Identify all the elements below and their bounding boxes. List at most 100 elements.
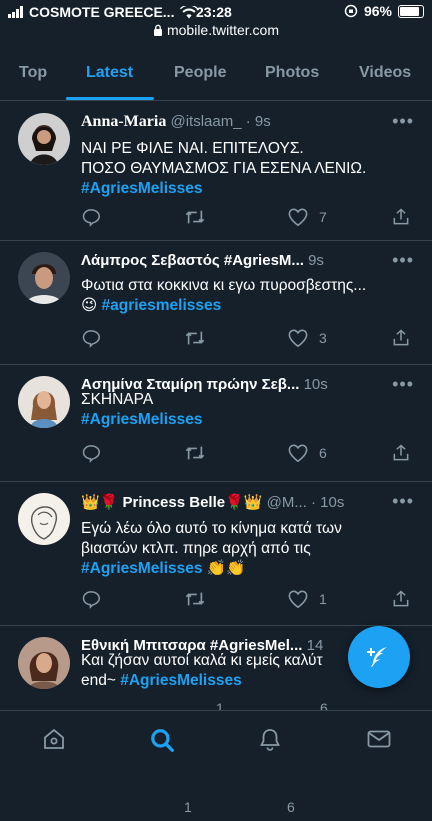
tweet[interactable]: Ασημίνα Σταμίρη πρώην Σεβ... 10s ••• ΣΚΗ… — [0, 364, 432, 482]
display-name[interactable]: Princess Belle — [123, 494, 226, 511]
heart-icon — [288, 329, 308, 348]
reply-button[interactable] — [81, 328, 101, 348]
like-button[interactable]: 6 — [287, 799, 295, 815]
tweet[interactable]: Anna-Maria @itslaam_ · 9s ••• ΝΑΙ ΡΕ ΦΙΛ… — [0, 101, 432, 241]
reply-icon — [82, 330, 101, 348]
tweet[interactable]: Λάμπρος Σεβαστός #AgriesM... 9s ••• Φωτι… — [0, 240, 432, 365]
notifications-icon[interactable] — [258, 727, 282, 756]
tab-people[interactable]: People — [174, 64, 226, 82]
like-count: 1 — [319, 591, 327, 607]
avatar[interactable] — [18, 252, 70, 304]
battery-icon — [398, 4, 424, 18]
retweet-icon — [185, 446, 205, 460]
hashtag-link[interactable]: #agriesmelisses — [101, 297, 221, 314]
tab-latest[interactable]: Latest — [86, 64, 133, 82]
tweet-line: Φωτια στα κοκκινα κι εγω πυροσβεστης... — [81, 277, 367, 294]
display-name[interactable]: Λάμπρος Σεβαστός #AgriesM... — [81, 252, 304, 269]
retweet-button[interactable]: 1 — [184, 799, 192, 815]
handle-time: @M... · 10s — [266, 494, 345, 511]
like-count: 7 — [319, 209, 327, 225]
tweet-text: Φωτια στα κοκκινα κι εγω πυροσβεστης... … — [81, 276, 411, 316]
avatar[interactable] — [18, 113, 70, 165]
status-left: COSMOTE GREECE... — [8, 4, 199, 20]
hashtag-link[interactable]: #AgriesMelisses — [81, 410, 411, 430]
display-name[interactable]: Anna-Maria — [81, 113, 166, 130]
active-tab-indicator — [66, 97, 154, 100]
heart-icon — [288, 208, 308, 227]
url-bar[interactable]: mobile.twitter.com — [0, 22, 432, 40]
compose-tweet-button[interactable] — [348, 626, 410, 688]
share-button[interactable] — [391, 207, 411, 227]
tweet-header: 👑🌹 Princess Belle🌹👑 @M... · 10s — [81, 493, 401, 511]
clap-emoji: 👏👏 — [206, 560, 246, 577]
tweet-line-prefix: end~ — [81, 672, 116, 689]
share-button[interactable] — [391, 328, 411, 348]
retweet-button[interactable] — [184, 589, 206, 609]
like-button[interactable]: 3 — [287, 328, 327, 348]
share-icon — [393, 329, 409, 346]
signal-icon — [8, 6, 23, 18]
more-icon[interactable]: ••• — [392, 491, 414, 512]
tab-top[interactable]: Top — [19, 64, 47, 82]
tweet-text: ΣΚΗΝΑΡΑ #AgriesMelisses — [81, 390, 411, 430]
url-text: mobile.twitter.com — [166, 22, 280, 38]
hashtag-link[interactable]: #AgriesMelisses — [120, 672, 242, 689]
bottom-nav — [0, 710, 432, 769]
handle-time: @itslaam_ · 9s — [170, 113, 271, 130]
retweet-icon — [185, 592, 205, 606]
tweet-actions: 1 — [81, 589, 421, 611]
like-count: 6 — [287, 799, 295, 815]
share-button[interactable] — [391, 443, 411, 463]
reply-icon — [82, 591, 101, 609]
retweet-button[interactable] — [184, 207, 206, 227]
reply-button[interactable] — [81, 207, 101, 227]
search-tabs: Top Latest People Photos Videos — [0, 44, 432, 101]
retweet-button[interactable] — [184, 443, 206, 463]
tab-photos[interactable]: Photos — [265, 64, 319, 82]
wink-emoji: 😉 — [81, 297, 98, 314]
avatar[interactable] — [18, 493, 70, 545]
status-bar: COSMOTE GREECE... 23:28 96% — [0, 0, 432, 24]
tweet[interactable]: 👑🌹 Princess Belle🌹👑 @M... · 10s ••• Εγώ … — [0, 481, 432, 626]
tweet-actions: 6 — [81, 443, 421, 465]
retweet-icon — [185, 210, 205, 224]
tweet-actions: 1 6 — [81, 799, 421, 821]
tweet-time: 9s — [308, 252, 324, 269]
reply-button[interactable] — [81, 589, 101, 609]
battery-percent: 96% — [363, 3, 392, 19]
retweet-count: 1 — [184, 799, 192, 815]
share-icon — [393, 590, 409, 607]
lock-icon — [153, 24, 162, 36]
reply-button[interactable] — [81, 443, 101, 463]
tweet-line: ΣΚΗΝΑΡΑ — [81, 391, 154, 408]
avatar[interactable] — [18, 376, 70, 428]
tweet-header: Λάμπρος Σεβαστός #AgriesM... 9s — [81, 252, 401, 269]
share-icon — [393, 208, 409, 225]
heart-icon — [288, 444, 308, 463]
search-icon[interactable] — [149, 727, 175, 758]
tweet-actions: 3 — [81, 328, 421, 350]
hashtag-link[interactable]: #AgriesMelisses — [81, 560, 203, 577]
tweet-header: Anna-Maria @itslaam_ · 9s — [81, 113, 401, 131]
more-icon[interactable]: ••• — [392, 250, 414, 271]
share-button[interactable] — [391, 589, 411, 609]
avatar[interactable] — [18, 637, 70, 689]
more-icon[interactable]: ••• — [392, 111, 414, 132]
tab-videos[interactable]: Videos — [359, 64, 411, 82]
home-icon[interactable] — [42, 727, 66, 756]
messages-icon[interactable] — [366, 727, 392, 756]
tweet-text: ΝΑΙ ΡΕ ΦΙΛΕ ΝΑΙ. ΕΠΙΤΕΛΟΥΣ. ΠΟΣΟ ΘΑΥΜΑΣΜ… — [81, 139, 411, 199]
like-count: 3 — [319, 330, 327, 346]
tweet-line: Εγώ λέω όλο αυτό το κίνημα κατά των — [81, 520, 342, 537]
like-button[interactable]: 7 — [287, 207, 327, 227]
orientation-lock-icon — [344, 4, 358, 18]
retweet-button[interactable] — [184, 328, 206, 348]
heart-icon — [288, 590, 308, 609]
tweet-actions: 7 — [81, 207, 421, 229]
status-right: 96% — [344, 3, 424, 19]
like-button[interactable]: 6 — [287, 443, 327, 463]
like-button[interactable]: 1 — [287, 589, 327, 609]
hashtag-link[interactable]: #AgriesMelisses — [81, 179, 411, 199]
compose-feather-icon — [367, 647, 387, 667]
clock: 23:28 — [196, 4, 232, 20]
